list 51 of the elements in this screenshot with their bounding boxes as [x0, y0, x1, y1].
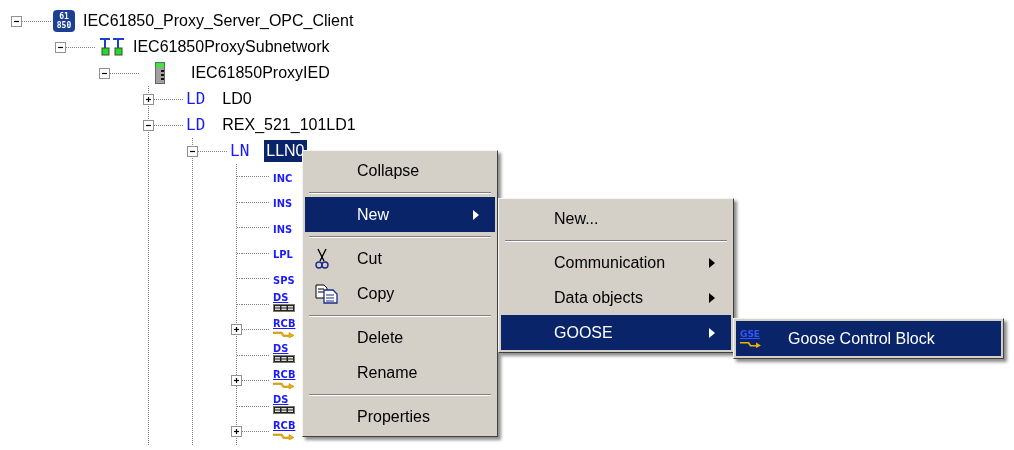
table-icon [273, 304, 295, 313]
tree-node-label[interactable]: IEC61850ProxyIED [189, 62, 332, 84]
expand-toggle[interactable] [143, 93, 154, 105]
expand-toggle[interactable] [231, 375, 242, 387]
table-icon [273, 355, 295, 364]
table-icon [273, 406, 295, 415]
expand-toggle[interactable] [187, 145, 198, 157]
scissors-icon [315, 247, 329, 270]
tree-node-label[interactable]: REX_521_101LD1 [220, 114, 358, 136]
node-type-label[interactable]: SPS [273, 273, 295, 287]
menu-item[interactable]: Rename [305, 355, 495, 390]
node-type-label[interactable]: INS [273, 197, 293, 211]
menu-item[interactable]: Properties [305, 399, 495, 434]
menu-item[interactable]: New [305, 197, 495, 232]
copy-icon [315, 283, 339, 304]
node-type-label: LN [230, 140, 250, 162]
node-type-label[interactable]: INC [273, 171, 293, 185]
tree-node-label[interactable]: IEC61850_Proxy_Server_OPC_Client [81, 10, 356, 32]
arrow-icon [273, 328, 295, 338]
node-type-label[interactable]: RCB [273, 317, 296, 329]
expand-toggle[interactable] [231, 324, 242, 336]
node-type-label: LD [186, 88, 206, 110]
node-type-label[interactable]: LPL [273, 248, 293, 262]
expand-toggle[interactable] [11, 15, 22, 27]
menu-item[interactable]: Communication [501, 245, 731, 280]
expand-toggle[interactable] [99, 67, 110, 79]
expand-toggle[interactable] [231, 426, 242, 438]
node-type-label[interactable]: DS [273, 292, 289, 304]
arrow-icon [273, 379, 295, 389]
node-type-label[interactable]: RCB [273, 419, 296, 431]
node-type-label[interactable]: DS [273, 343, 289, 355]
menu-item[interactable]: Cut [305, 241, 495, 276]
arrow-icon [273, 430, 295, 440]
network-icon [99, 36, 125, 58]
menu-item[interactable]: GOOSE [501, 315, 731, 350]
tree-node-label[interactable]: LD0 [220, 88, 254, 110]
tree-node-label[interactable]: IEC61850ProxySubnetwork [131, 36, 332, 58]
node-type-label: LD [186, 114, 206, 136]
node-type-label[interactable]: RCB [273, 368, 296, 380]
menu-item[interactable]: Delete [305, 320, 495, 355]
expand-toggle[interactable] [55, 41, 66, 53]
menu-item[interactable]: New... [501, 201, 731, 236]
node-type-label[interactable]: DS [273, 394, 289, 406]
menu-item[interactable]: Data objects [501, 280, 731, 315]
server-badge-icon: 61 850 [53, 10, 75, 32]
expand-toggle[interactable] [143, 119, 154, 131]
menu-item[interactable]: Collapse [305, 153, 495, 188]
device-icon [155, 62, 165, 84]
node-type-label[interactable]: INS [273, 222, 293, 236]
menu-item[interactable]: GSE Goose Control Block [736, 321, 1001, 356]
menu-item[interactable]: Copy [305, 276, 495, 311]
